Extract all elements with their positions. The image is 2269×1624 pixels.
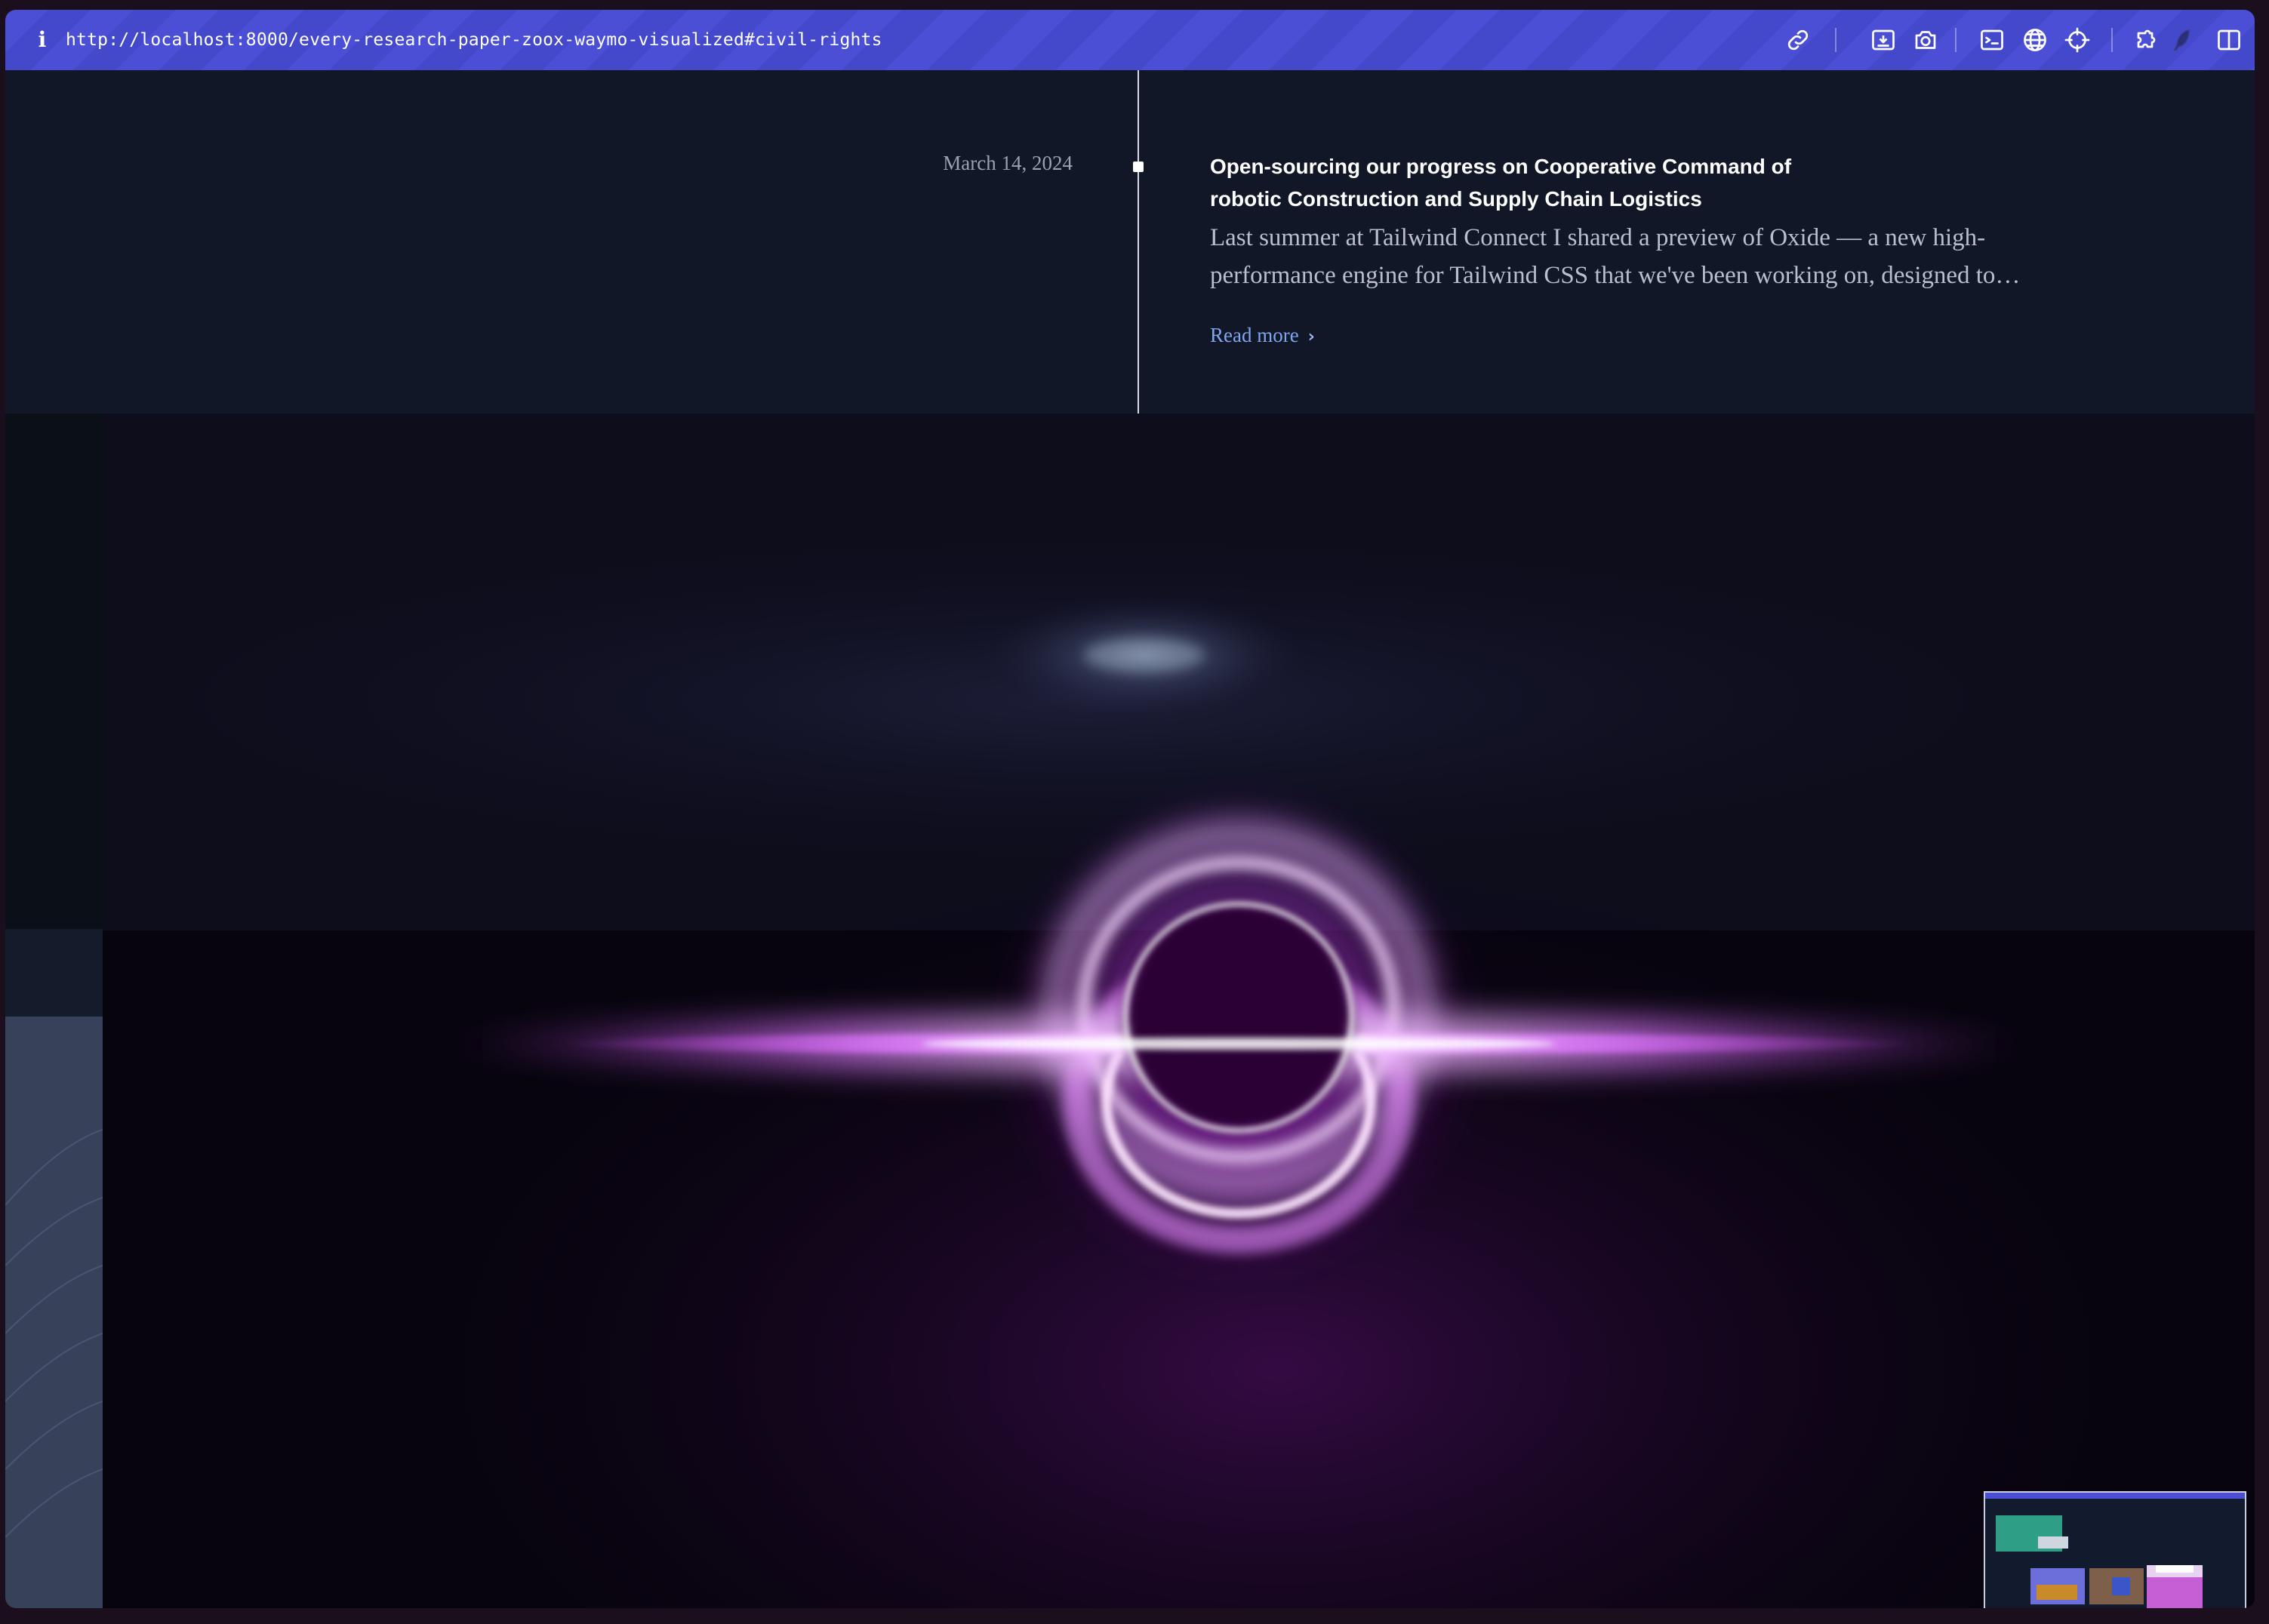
timeline-post: March 14, 2024 Open-sourcing our progres… <box>5 70 2255 414</box>
timeline-line <box>1138 70 1139 414</box>
left-strip-segment <box>5 929 103 1017</box>
browser-window: i http://localhost:8000/every-research-p… <box>5 10 2255 1608</box>
timeline-marker <box>1133 161 1144 172</box>
url-bar[interactable]: http://localhost:8000/every-research-pap… <box>66 25 882 55</box>
link-icon[interactable] <box>1784 26 1812 54</box>
left-strip-panel <box>5 1017 103 1608</box>
post-excerpt: Last summer at Tailwind Connect I shared… <box>1210 224 2021 289</box>
page-content: March 14, 2024 Open-sourcing our progres… <box>5 70 2255 1608</box>
left-sidebar-strip <box>5 414 103 1608</box>
post-date: March 14, 2024 <box>943 152 1073 174</box>
save-page-icon[interactable] <box>1870 26 1897 54</box>
info-icon[interactable]: i <box>28 23 57 57</box>
sidebar-toggle-icon[interactable] <box>2215 26 2243 54</box>
toolbar-separator <box>1955 28 1957 52</box>
crosshair-icon[interactable] <box>2064 26 2091 54</box>
page-minimap[interactable] <box>1984 1491 2246 1608</box>
post-title[interactable]: Open-sourcing our progress on Cooperativ… <box>1210 150 1799 215</box>
read-more-link[interactable]: Read more › <box>1210 324 1315 347</box>
toolbar-separator <box>2111 28 2113 52</box>
feather-icon[interactable] <box>2169 26 2196 54</box>
black-hole-image <box>103 414 2255 1608</box>
chevron-right-icon: › <box>1307 328 1315 346</box>
toolbar-separator <box>1835 28 1836 52</box>
read-more-label: Read more <box>1210 324 1299 346</box>
camera-icon[interactable] <box>1912 26 1939 54</box>
terminal-icon[interactable] <box>1978 26 2006 54</box>
extensions-icon[interactable] <box>2132 26 2159 54</box>
browser-toolbar: i http://localhost:8000/every-research-p… <box>5 10 2255 70</box>
globe-icon[interactable] <box>2021 26 2049 54</box>
